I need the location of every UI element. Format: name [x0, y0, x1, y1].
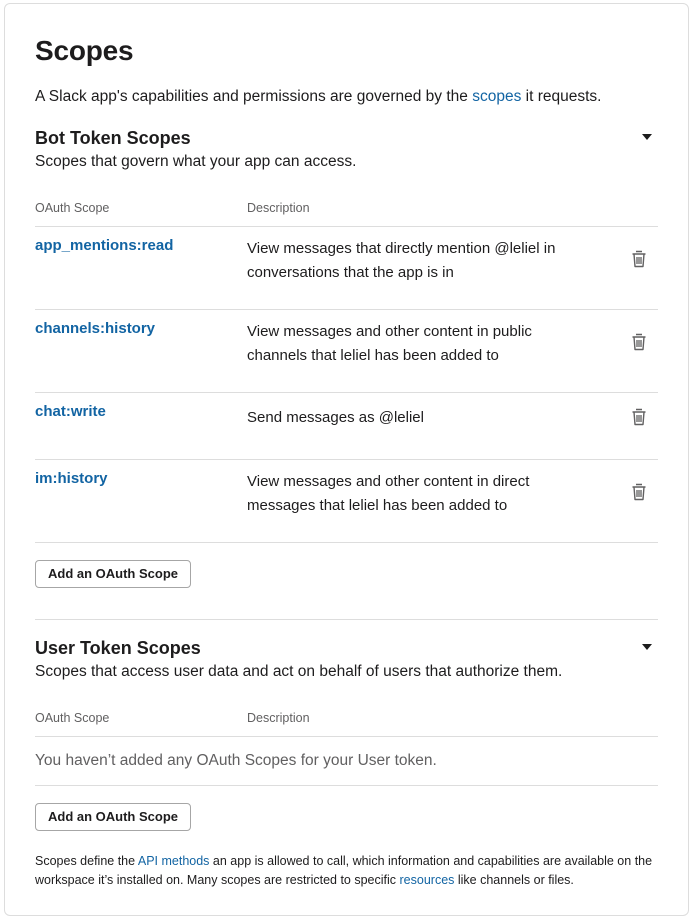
user-col-oauth-scope: OAuth Scope — [35, 711, 110, 725]
divider — [35, 785, 658, 786]
user-section-subtitle: Scopes that access user data and act on … — [35, 663, 563, 680]
divider — [35, 459, 658, 460]
trash-icon[interactable] — [629, 332, 649, 352]
footer-text: Scopes define the — [35, 854, 138, 868]
scope-name[interactable]: app_mentions:read — [35, 237, 173, 254]
scope-description: View messages and other content in direc… — [247, 473, 530, 514]
scopes-card: Scopes A Slack app's capabilities and pe… — [4, 3, 689, 916]
section-divider — [35, 619, 658, 620]
bot-col-oauth-scope: OAuth Scope — [35, 201, 110, 215]
bot-section-subtitle: Scopes that govern what your app can acc… — [35, 153, 357, 170]
divider — [35, 392, 658, 393]
add-bot-scope-button[interactable]: Add an OAuth Scope — [35, 560, 191, 588]
bot-col-description: Description — [247, 201, 310, 215]
scope-description: View messages that directly mention @lel… — [247, 240, 556, 281]
scope-name[interactable]: chat:write — [35, 403, 106, 420]
scopes-link[interactable]: scopes — [472, 88, 521, 105]
resources-link[interactable]: resources — [400, 873, 455, 887]
footer-note: Scopes define the API methods an app is … — [35, 852, 658, 890]
scope-name[interactable]: im:history — [35, 470, 108, 487]
user-section-title: User Token Scopes — [35, 638, 201, 658]
user-col-description: Description — [247, 711, 310, 725]
trash-icon[interactable] — [629, 249, 649, 269]
intro-text-part: A Slack app's capabilities and permissio… — [35, 88, 473, 105]
api-methods-link[interactable]: API methods — [138, 854, 210, 868]
empty-state-message: You haven’t added any OAuth Scopes for y… — [35, 752, 437, 769]
page-title: Scopes — [35, 35, 134, 66]
add-user-scope-button[interactable]: Add an OAuth Scope — [35, 803, 191, 831]
divider — [35, 226, 658, 227]
divider — [35, 542, 658, 543]
footer-text: like channels or files. — [454, 873, 574, 887]
scope-description: View messages and other content in publi… — [247, 323, 532, 364]
scope-name[interactable]: channels:history — [35, 320, 155, 337]
trash-icon[interactable] — [629, 482, 649, 502]
intro-text-part: it requests. — [521, 88, 602, 105]
trash-icon[interactable] — [629, 407, 649, 427]
scope-description: Send messages as @leliel — [247, 409, 424, 426]
divider — [35, 309, 658, 310]
bot-section-title: Bot Token Scopes — [35, 128, 191, 148]
intro-text: A Slack app's capabilities and permissio… — [35, 88, 601, 106]
divider — [35, 736, 658, 737]
caret-down-icon[interactable] — [642, 644, 652, 650]
caret-down-icon[interactable] — [642, 134, 652, 140]
